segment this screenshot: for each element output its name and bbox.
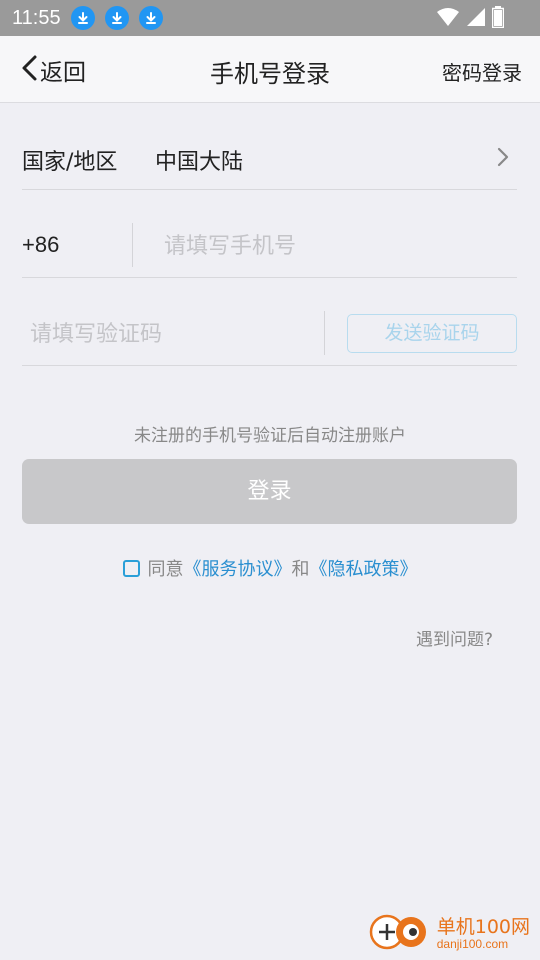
wifi-icon	[436, 7, 460, 31]
chevron-right-icon	[497, 147, 509, 171]
login-button[interactable]: 登录	[22, 459, 517, 524]
download-icon	[104, 6, 129, 30]
nav-header: 返回 手机号登录 密码登录	[0, 36, 540, 103]
download-icon	[138, 6, 163, 30]
region-value: 中国大陆	[155, 150, 244, 175]
divider	[132, 223, 133, 267]
status-time: 11:55	[12, 6, 61, 29]
agreement-checkbox[interactable]	[122, 559, 140, 577]
status-bar: 11:55	[0, 0, 540, 36]
password-login-link[interactable]: 密码登录	[442, 57, 522, 86]
status-icons	[436, 6, 505, 32]
watermark: 单机100网 danji100.com	[369, 912, 530, 956]
watermark-text: 单机100网 danji100.com	[436, 915, 530, 951]
phone-input[interactable]	[162, 229, 506, 263]
send-code-button[interactable]: 发送验证码	[347, 314, 517, 353]
verification-code-input[interactable]	[28, 317, 312, 351]
watermark-cn: 单机100网	[436, 915, 530, 938]
help-link[interactable]: 遇到问题?	[416, 625, 493, 650]
service-agreement-link[interactable]: 《服务协议》	[184, 555, 292, 581]
code-row: 发送验证码	[22, 305, 517, 366]
country-code[interactable]: +86	[22, 232, 59, 258]
privacy-policy-link[interactable]: 《隐私政策》	[310, 555, 418, 581]
agreement-prefix: 同意	[147, 559, 184, 580]
signal-icon	[466, 7, 486, 31]
agreement-and: 和	[291, 559, 310, 580]
divider	[324, 311, 325, 355]
watermark-logo-icon	[369, 910, 431, 958]
region-selector[interactable]: 国家/地区 中国大陆	[22, 128, 517, 190]
battery-icon	[491, 6, 505, 32]
download-icon	[70, 6, 95, 30]
auto-register-hint: 未注册的手机号验证后自动注册账户	[134, 426, 406, 446]
phone-row: +86	[22, 217, 517, 278]
watermark-en: danji100.com	[436, 936, 509, 951]
agreement-row: 同意 《服务协议》 和 《隐私政策》	[0, 555, 540, 581]
region-label: 国家/地区	[22, 150, 118, 175]
